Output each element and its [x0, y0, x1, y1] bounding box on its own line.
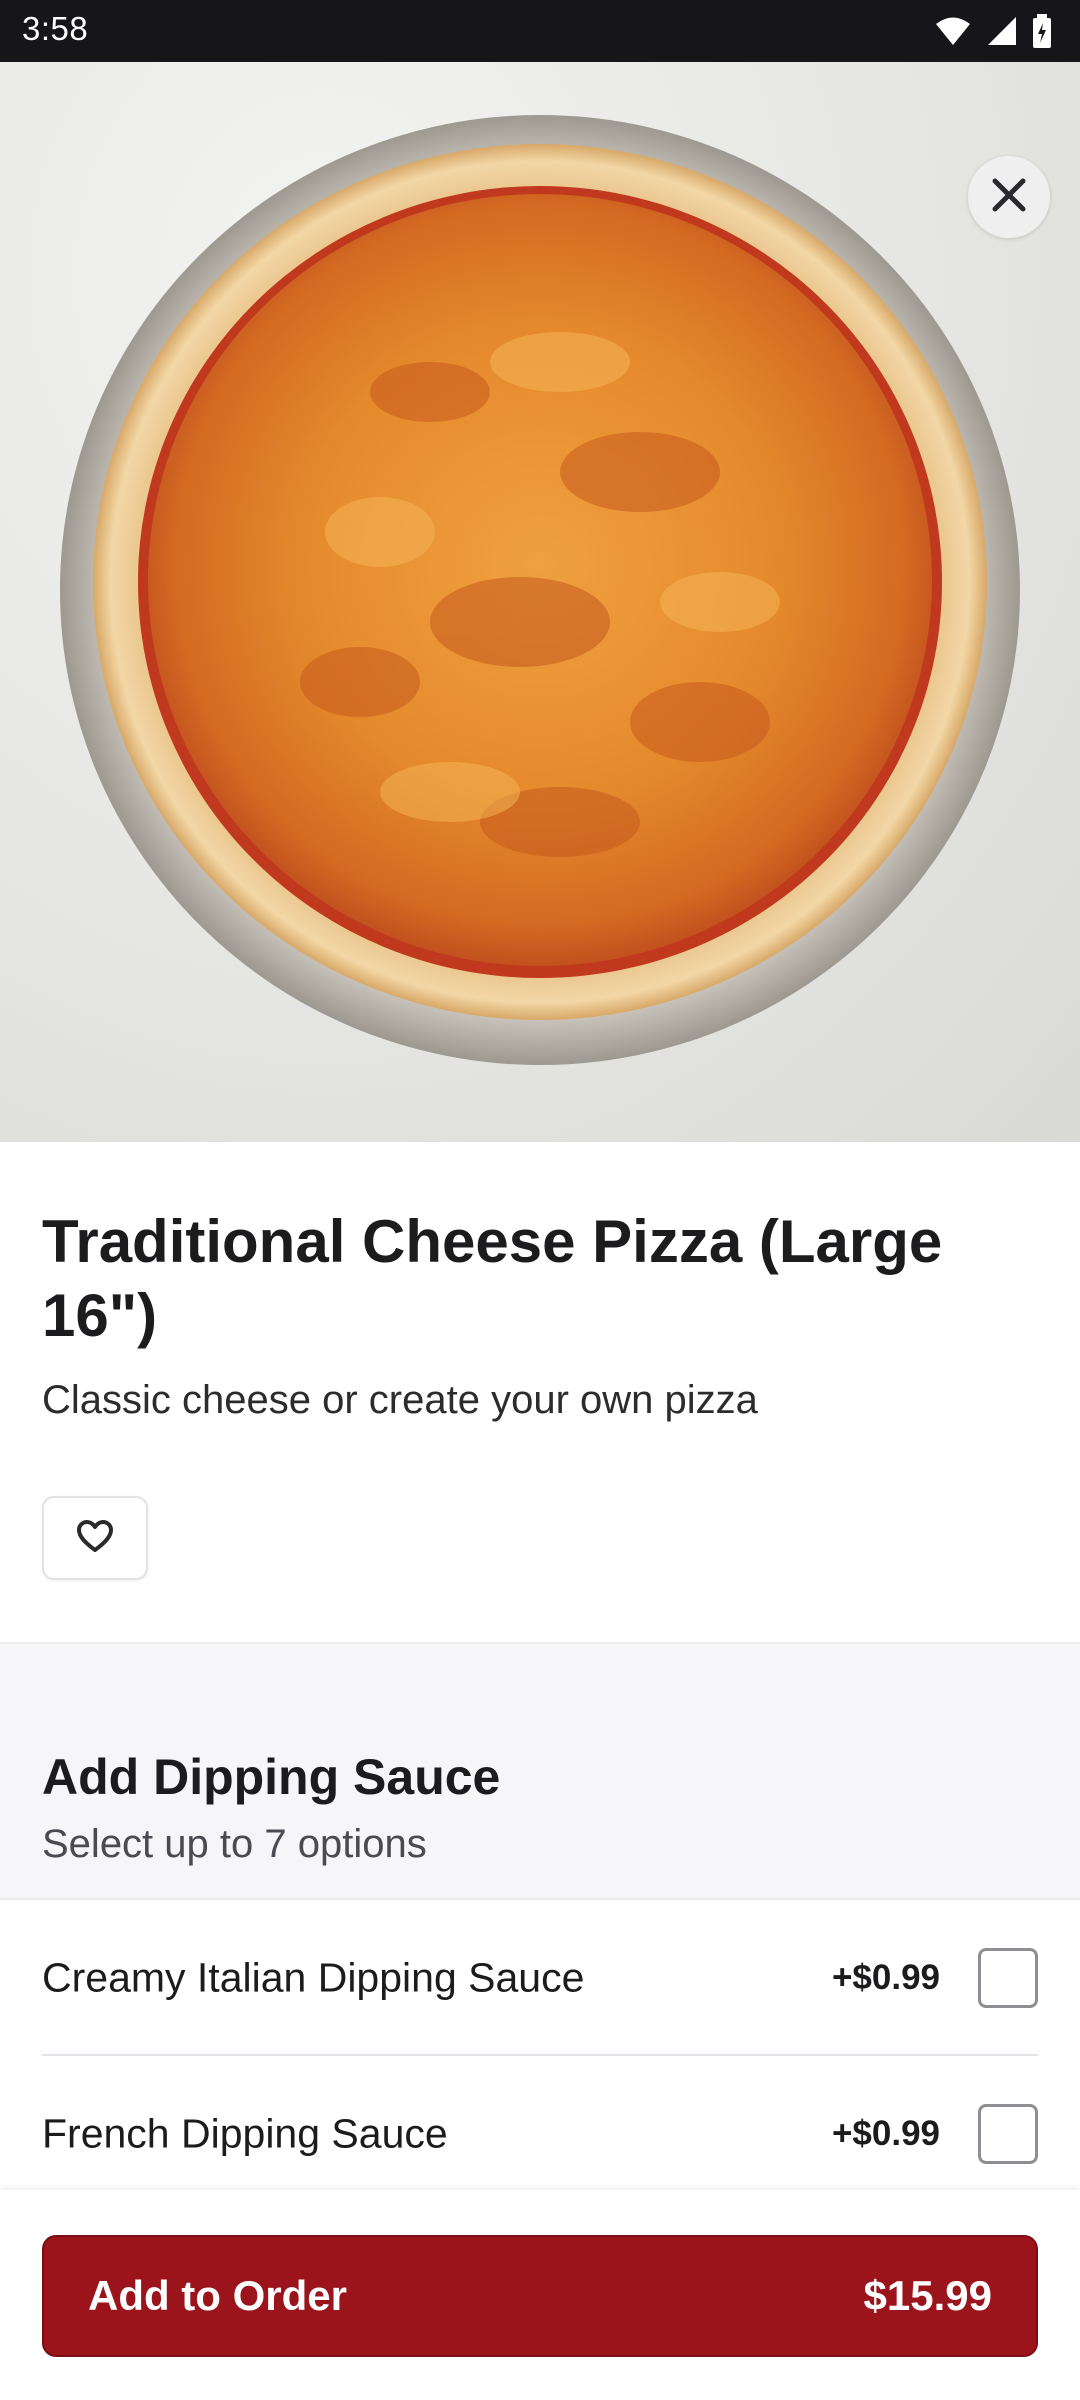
- modifier-group-title: Add Dipping Sauce: [42, 1749, 501, 1805]
- cellular-signal-icon: [986, 15, 1018, 52]
- wifi-icon: [934, 15, 972, 52]
- item-title: Traditional Cheese Pizza (Large 16"): [42, 1208, 943, 1349]
- heart-icon: [76, 1519, 114, 1558]
- close-icon: [991, 177, 1027, 218]
- modifier-group-subtitle: Select up to 7 options: [42, 1822, 427, 1866]
- status-time: 3:58: [22, 10, 89, 47]
- option-label: French Dipping Sauce: [42, 2110, 448, 2157]
- add-to-order-label: Add to Order: [88, 2272, 347, 2319]
- add-to-order-button[interactable]: Add to Order $15.99: [42, 2235, 1038, 2357]
- option-checkbox[interactable]: [978, 1948, 1038, 2008]
- option-price: +$0.99: [831, 2114, 940, 2153]
- option-label: Creamy Italian Dipping Sauce: [42, 1954, 585, 2001]
- option-row-french[interactable]: French Dipping Sauce +$0.99: [0, 2056, 1080, 2212]
- option-row-creamy-italian[interactable]: Creamy Italian Dipping Sauce +$0.99: [0, 1900, 1080, 2056]
- status-bar: 3:58: [0, 0, 1080, 62]
- status-icons: [934, 14, 1052, 53]
- item-image: [0, 62, 1080, 1142]
- order-total: $15.99: [863, 2272, 992, 2319]
- favorite-button[interactable]: [42, 1496, 148, 1580]
- battery-icon: [1032, 14, 1052, 53]
- option-price: +$0.99: [831, 1958, 940, 1997]
- close-button[interactable]: [968, 156, 1050, 238]
- item-description: Classic cheese or create your own pizza: [42, 1378, 758, 1422]
- option-checkbox[interactable]: [978, 2104, 1038, 2164]
- pizza-image: [60, 115, 1020, 1065]
